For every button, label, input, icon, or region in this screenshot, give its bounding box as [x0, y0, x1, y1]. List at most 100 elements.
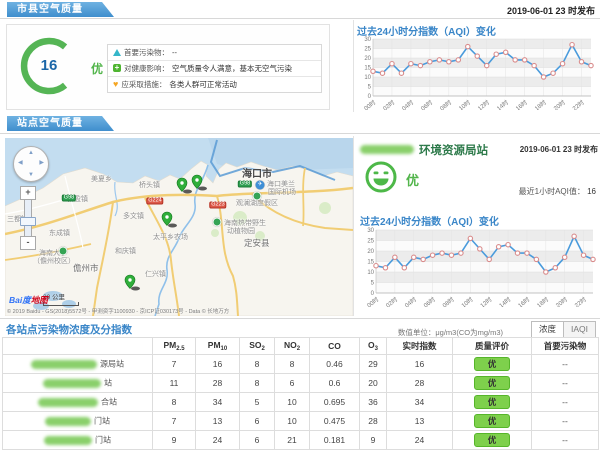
zoom-in-button[interactable]: + [20, 186, 36, 200]
value-cell: 8 [275, 355, 310, 374]
pollutant-table: PM2.5PM10SO2NO2COO3实时指数质量评价首要污染物源局站71688… [2, 337, 599, 450]
zoom-track[interactable] [24, 200, 32, 236]
grade-cell: 优 [453, 412, 532, 431]
value-cell: 20 [360, 374, 387, 393]
value-cell: 16 [196, 355, 240, 374]
toggle-IAQI[interactable]: IAQI [564, 321, 596, 338]
table-row: 合站8345100.6953634优-- [3, 393, 599, 412]
toggle-浓度[interactable]: 浓度 [531, 321, 564, 338]
svg-text:04时: 04时 [400, 98, 415, 110]
map-scale: 20 公里 [43, 291, 79, 306]
zoom-slider-handle[interactable] [20, 217, 36, 226]
station-chart-title: 过去24小时分指数（AQI）变化 [360, 213, 499, 226]
divider [0, 318, 600, 319]
primary-pollutant-cell: -- [532, 412, 599, 431]
primary-pollutant-cell: -- [532, 355, 599, 374]
station-name-cell: 源局站 [3, 355, 153, 374]
value-cell: 0.475 [310, 412, 360, 431]
column-header: SO2 [240, 338, 275, 355]
column-header: 实时指数 [387, 338, 453, 355]
value-cell: 36 [360, 393, 387, 412]
aqi-grade: 优 [91, 60, 103, 77]
value-cell: 6 [275, 374, 310, 393]
tab-city-air-quality[interactable]: 市县空气质量 [7, 2, 114, 17]
svg-text:5: 5 [368, 85, 372, 91]
column-header: O3 [360, 338, 387, 355]
road-badge: G224 [146, 198, 163, 205]
pan-left-icon[interactable]: ◀ [18, 160, 23, 166]
primary-pollutant-cell: -- [532, 431, 599, 450]
station-name-suffix: 源局站 [100, 360, 124, 369]
value-cell: 0.6 [310, 374, 360, 393]
svg-text:20: 20 [364, 56, 371, 62]
grade-badge: 优 [474, 357, 510, 371]
baidu-logo: Bai度地图 [9, 294, 48, 306]
column-header: PM2.5 [153, 338, 196, 355]
grade-badge: 优 [474, 376, 510, 390]
pan-up-icon[interactable]: ▲ [28, 150, 34, 156]
station-aqi-chart: 05101520253000时02时04时06时08时10时12时14时16时1… [360, 227, 598, 307]
station-name-suffix: 门站 [95, 436, 111, 445]
divider [353, 136, 354, 316]
svg-text:16时: 16时 [516, 295, 531, 307]
svg-text:02时: 02时 [381, 98, 396, 110]
svg-text:00时: 00时 [362, 98, 377, 110]
table-title: 各站点污染物浓度及分指数 [6, 322, 132, 337]
value-cell: 7 [153, 355, 196, 374]
poi-icon [253, 192, 262, 201]
svg-text:5: 5 [371, 281, 375, 287]
pan-right-icon[interactable]: ▶ [39, 160, 44, 166]
svg-text:10: 10 [367, 270, 374, 276]
table-header-row: PM2.5PM10SO2NO2COO3实时指数质量评价首要污染物 [3, 338, 599, 355]
smiley-face-icon [364, 160, 398, 199]
value-cell: 28 [196, 374, 240, 393]
info-label: 首要污染物： [124, 48, 169, 57]
zoom-out-button[interactable]: - [20, 236, 36, 250]
value-cell: 13 [196, 412, 240, 431]
pollutant-icon [113, 49, 121, 56]
city-chart-block: 过去24小时分指数（AQI）变化 05101520253000时02时04时06… [357, 23, 598, 115]
value-cell: 11 [153, 374, 196, 393]
grade-cell: 优 [453, 355, 532, 374]
value-cell: 0.695 [310, 393, 360, 412]
measure-icon: ♥ [113, 80, 118, 89]
value-cell: 9 [360, 431, 387, 450]
station-marker-icon[interactable] [190, 174, 208, 192]
station-name-suffix: 站 [104, 379, 112, 388]
map-pan-control[interactable]: ▲ ▼ ◀ ▶ [13, 146, 49, 182]
divider [353, 20, 354, 112]
map[interactable]: 海口市海口美兰国际机场观澜湖度假区海南热带野生动植物园定安县桥头镇美夏乡新盈镇多… [5, 138, 353, 316]
svg-text:12时: 12时 [479, 295, 494, 307]
grade-cell: 优 [453, 374, 532, 393]
svg-text:14时: 14时 [495, 98, 510, 110]
station-marker-icon[interactable] [160, 211, 178, 229]
map-zoom-control[interactable]: + - [20, 186, 36, 250]
svg-text:16时: 16时 [514, 98, 529, 110]
station-name-cell: 门站 [3, 412, 153, 431]
value-cell: 34 [387, 393, 453, 412]
pan-down-icon[interactable]: ▼ [28, 172, 34, 178]
grade-badge: 优 [474, 414, 510, 428]
air-quality-dashboard: 市县空气质量 2019-06-01 23 时发布 16 优 首要污染物：--+对… [0, 0, 600, 450]
road-badge: G98 [62, 195, 76, 202]
poi-icon [213, 218, 222, 227]
map-canvas[interactable] [5, 138, 353, 316]
tab-station-air-quality[interactable]: 站点空气质量 [7, 116, 114, 131]
svg-text:02时: 02时 [384, 295, 399, 307]
info-box: 首要污染物：--+对健康影响：空气质量令人满意，基本无空气污染♥应采取措施：各类… [107, 44, 322, 93]
svg-text:10时: 10时 [460, 295, 475, 307]
grade-cell: 优 [453, 431, 532, 450]
city-chart-title: 过去24小时分指数（AQI）变化 [357, 23, 598, 36]
svg-text:04时: 04时 [403, 295, 418, 307]
airport-icon: ✈ [256, 181, 265, 190]
table-row: 门站7136100.4752813优-- [3, 412, 599, 431]
value-cell: 21 [275, 431, 310, 450]
svg-text:20时: 20时 [552, 98, 567, 110]
divider [0, 18, 600, 19]
recent-aqi-value: 16 [587, 187, 596, 196]
station-panel: 环境资源局站 2019-06-01 23 时发布 优 最近1小时AQI值： 16… [360, 139, 598, 317]
column-header [3, 338, 153, 355]
svg-text:30: 30 [367, 228, 374, 234]
station-marker-icon[interactable] [123, 274, 141, 292]
station-name-suffix: 门站 [94, 417, 110, 426]
